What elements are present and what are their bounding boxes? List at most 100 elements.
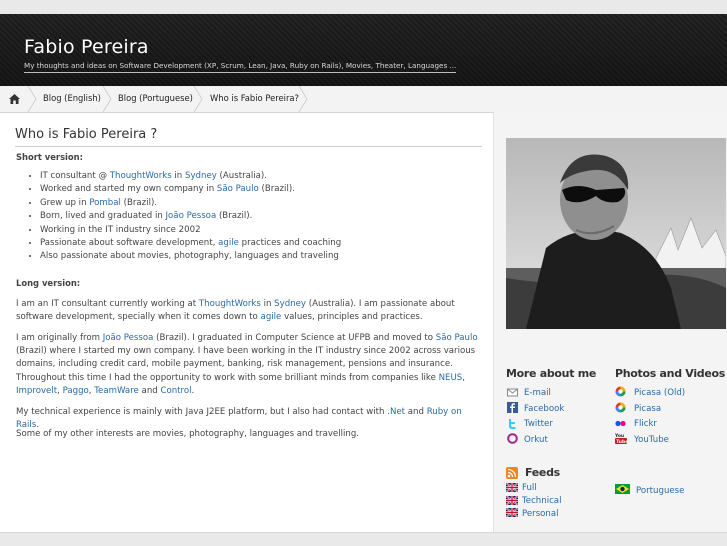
improvelt-link[interactable]: Improvelt [16, 386, 57, 396]
youtube-icon: YouTube [615, 433, 627, 444]
list-item: Grew up in Pombal (Brazil). [40, 197, 341, 210]
photos-and-videos-heading: Photos and Videos [615, 367, 726, 380]
paragraph-background: I am originally from João Pessoa (Brazil… [16, 332, 482, 398]
list-item: Passionate about software development, a… [40, 237, 341, 250]
agile-link[interactable]: agile [261, 312, 282, 322]
list-text: Working in the IT industry since 2002 [40, 224, 201, 235]
paragraph-interests: Some of my other interests are movies, p… [16, 429, 360, 439]
sydney-link[interactable]: Sydney [274, 299, 306, 309]
paragraph-text: I am an IT consultant currently working … [16, 299, 199, 309]
list-text: IT consultant @ [40, 171, 110, 181]
mail-icon [507, 388, 518, 397]
list-text: (Brazil). [120, 197, 158, 208]
long-version-heading: Long version: [16, 278, 81, 288]
facebook-icon [507, 402, 518, 413]
teamware-link[interactable]: TeamWare [94, 386, 139, 396]
pombal-link[interactable]: Pombal [89, 198, 121, 208]
list-item: Also passionate about movies, photograph… [40, 250, 341, 263]
breadcrumb-item-current: Who is Fabio Pereira? [210, 93, 299, 103]
list-text: Grew up in [40, 197, 90, 208]
uk-flag-icon [506, 496, 518, 505]
breadcrumb-separator-icon [27, 86, 37, 112]
list-item: Born, lived and graduated in João Pessoa… [40, 210, 341, 223]
breadcrumb-separator-icon [193, 86, 203, 112]
short-version-heading: Short version: [16, 152, 83, 162]
breadcrumb: Blog (English) Blog (Portuguese) Who is … [0, 86, 727, 113]
control-link[interactable]: Control [160, 386, 191, 396]
page-title: Who is Fabio Pereira ? [15, 127, 158, 142]
paggo-link[interactable]: Paggo [63, 386, 89, 396]
paragraph-text: in [260, 299, 275, 309]
list-item: Worked and started my own company in São… [40, 183, 341, 196]
sao-paulo-link[interactable]: São Paulo [217, 184, 259, 194]
paragraph-text: (Brazil) where I started my own company.… [16, 346, 476, 383]
paragraph-intro: I am an IT consultant currently working … [16, 298, 482, 324]
feeds-heading: Feeds [525, 466, 560, 479]
sao-paulo-link[interactable]: São Paulo [436, 333, 478, 343]
youtube-link[interactable]: YouTube [634, 435, 669, 445]
list-text: (Brazil). [258, 184, 295, 195]
uk-flag-icon [506, 483, 518, 492]
site-header: Fabio Pereira My thoughts and ideas on S… [0, 14, 727, 86]
list-text: in [171, 171, 185, 181]
twitter-link[interactable]: Twitter [524, 419, 553, 429]
list-item: Working in the IT industry since 2002 [40, 224, 341, 237]
list-text: Passionate about software development, [40, 237, 219, 248]
top-strip [0, 0, 727, 14]
breadcrumb-separator-icon [298, 86, 308, 112]
twitter-icon [509, 419, 516, 429]
flickr-icon [615, 420, 626, 427]
paragraph-text: (Brazil). I graduated in Computer Scienc… [153, 333, 436, 343]
breadcrumb-item-blog-portuguese[interactable]: Blog (Portuguese) [118, 86, 193, 112]
list-text: practices and coaching [238, 237, 342, 248]
short-version-list: IT consultant @ ThoughtWorks in Sydney (… [30, 170, 341, 264]
orkut-link[interactable]: Orkut [524, 435, 548, 445]
agile-link[interactable]: agile [218, 238, 239, 248]
title-divider [15, 146, 482, 147]
flickr-link[interactable]: Flickr [634, 419, 657, 429]
list-text: (Australia). [216, 171, 268, 181]
email-link[interactable]: E-mail [524, 388, 551, 398]
feed-personal-link[interactable]: Personal [522, 509, 559, 519]
site-tagline: My thoughts and ideas on Software Develo… [24, 61, 457, 73]
paragraph-text: , [462, 372, 465, 383]
orkut-icon [507, 433, 518, 444]
feed-full-link[interactable]: Full [522, 483, 537, 493]
joao-pessoa-link[interactable]: João Pessoa [103, 333, 154, 343]
footer [0, 532, 727, 546]
picasa-link[interactable]: Picasa [634, 404, 661, 414]
feed-technical-link[interactable]: Technical [522, 496, 561, 506]
thoughtworks-link[interactable]: ThoughtWorks [199, 299, 261, 309]
joao-pessoa-link[interactable]: João Pessoa [166, 211, 217, 221]
paragraph-text: My technical experience is mainly with J… [16, 407, 388, 417]
rss-icon [506, 467, 518, 479]
paragraph-text: . [191, 385, 195, 396]
picasa-old-link[interactable]: Picasa (Old) [634, 388, 685, 398]
list-text: Worked and started my own company in [40, 184, 217, 195]
picasa-icon [615, 386, 626, 397]
paragraph-text: values, principles and practices. [281, 312, 423, 323]
home-icon[interactable] [9, 94, 20, 104]
portuguese-link[interactable]: Portuguese [636, 486, 684, 496]
breadcrumb-separator-icon [102, 86, 112, 112]
paragraph-text: I am originally from [16, 333, 103, 343]
thoughtworks-link[interactable]: ThoughtWorks [110, 171, 172, 181]
neus-link[interactable]: NEUS [439, 373, 463, 383]
list-text: Also passionate about movies, photograph… [40, 251, 339, 262]
more-about-me-heading: More about me [506, 367, 597, 380]
breadcrumb-item-blog-english[interactable]: Blog (English) [43, 86, 101, 112]
facebook-link[interactable]: Facebook [524, 404, 564, 414]
dotnet-link[interactable]: .Net [387, 407, 405, 417]
uk-flag-icon [506, 508, 518, 517]
site-title[interactable]: Fabio Pereira [24, 36, 149, 58]
list-item: IT consultant @ ThoughtWorks in Sydney (… [40, 170, 341, 183]
paragraph-text: and [405, 407, 427, 417]
sydney-link[interactable]: Sydney [185, 171, 217, 181]
brazil-flag-icon [615, 484, 630, 494]
list-text: (Brazil). [216, 211, 253, 222]
profile-photo [506, 138, 726, 329]
svg-text:Tube: Tube [616, 439, 627, 444]
paragraph-text: and [138, 385, 161, 396]
picasa-icon [615, 402, 626, 413]
list-text: Born, lived and graduated in [40, 211, 166, 222]
